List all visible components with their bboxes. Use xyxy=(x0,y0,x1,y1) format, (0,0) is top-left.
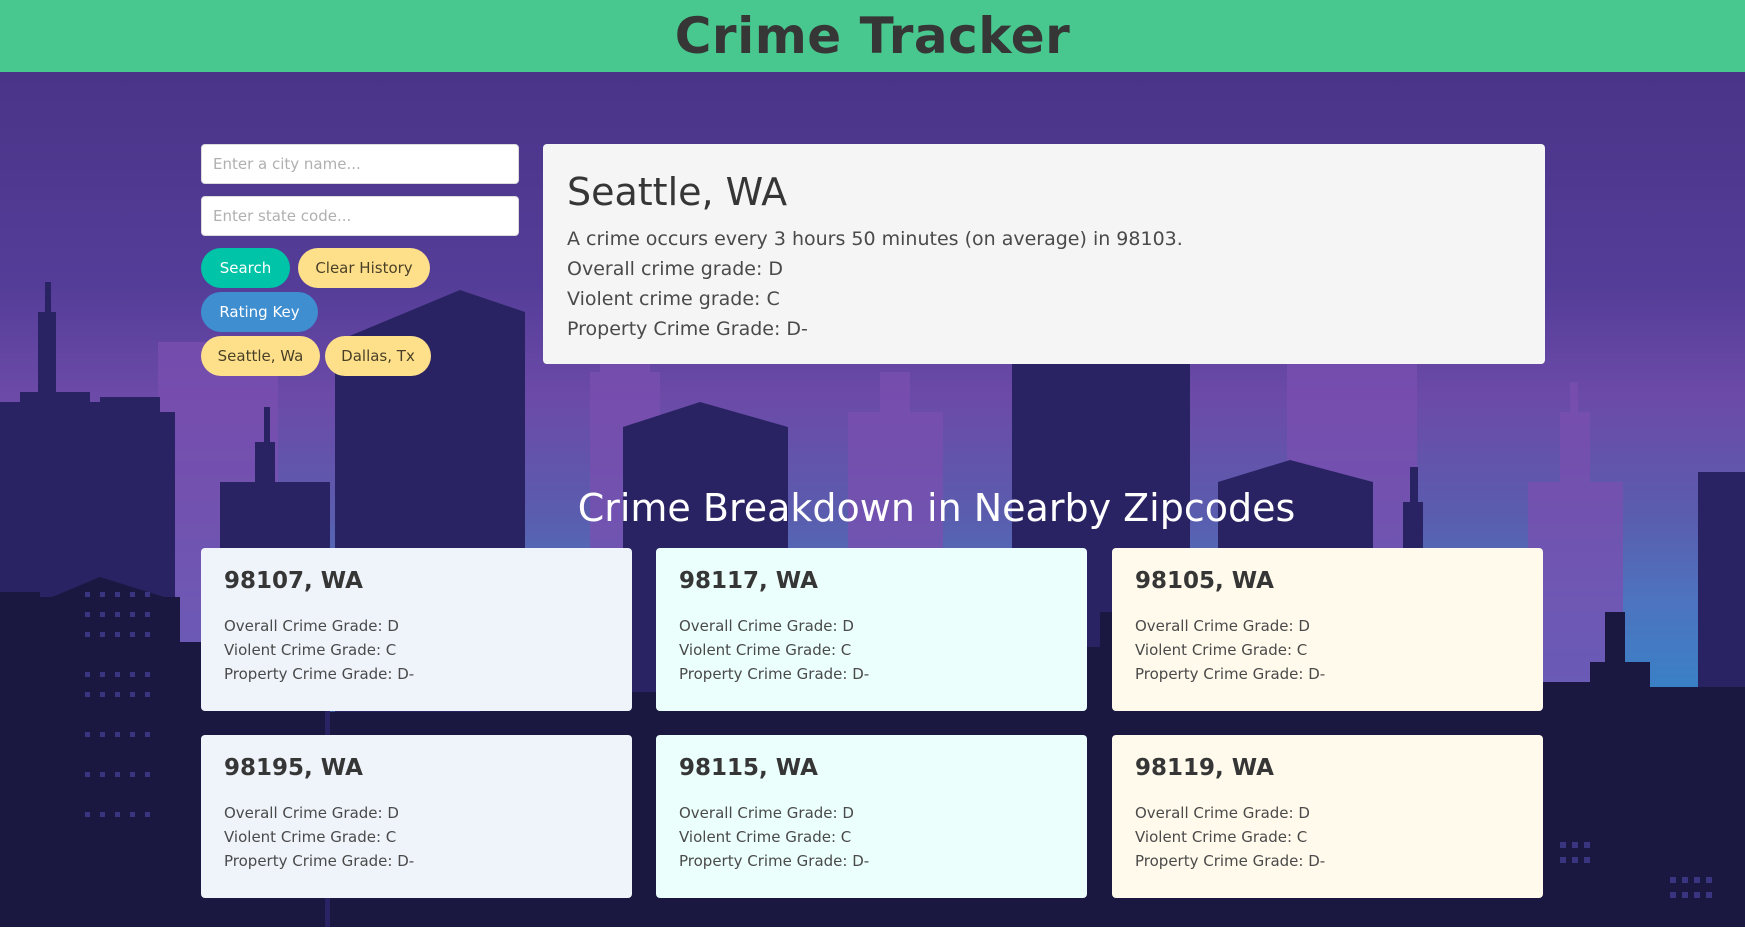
violent-grade: Violent Crime Grade: C xyxy=(224,828,397,846)
overall-grade: Overall Crime Grade: D xyxy=(1135,617,1310,635)
zipcode-title: 98105, WA xyxy=(1135,568,1274,594)
rating-key-button[interactable]: Rating Key xyxy=(201,292,318,332)
page-bottom-edge xyxy=(0,927,1745,945)
overall-grade: Overall Crime Grade: D xyxy=(1135,804,1310,822)
crime-frequency: A crime occurs every 3 hours 50 minutes … xyxy=(567,228,1183,250)
zipcode-card: 98115, WA Overall Crime Grade: D Violent… xyxy=(656,735,1087,898)
property-grade: Property Crime Grade: D- xyxy=(679,852,870,870)
overall-grade: Overall Crime Grade: D xyxy=(224,804,399,822)
zipcode-card: 98195, WA Overall Crime Grade: D Violent… xyxy=(201,735,632,898)
property-grade: Property Crime Grade: D- xyxy=(1135,665,1326,683)
zipcode-title: 98115, WA xyxy=(679,755,818,781)
overall-grade: Overall Crime Grade: D xyxy=(679,804,854,822)
zipcode-title: 98107, WA xyxy=(224,568,363,594)
history-item-dallas[interactable]: Dallas, Tx xyxy=(325,336,431,376)
nearby-section-title: Crime Breakdown in Nearby Zipcodes xyxy=(577,486,1296,530)
city-input[interactable] xyxy=(201,144,519,184)
history-item-seattle[interactable]: Seattle, Wa xyxy=(201,336,320,376)
zipcode-title: 98119, WA xyxy=(1135,755,1274,781)
property-grade: Property Crime Grade: D- xyxy=(224,665,415,683)
overall-grade: Overall Crime Grade: D xyxy=(679,617,854,635)
search-button[interactable]: Search xyxy=(201,248,290,288)
property-grade: Property Crime Grade: D- xyxy=(679,665,870,683)
app-title: Crime Tracker xyxy=(674,7,1071,65)
app-header: Crime Tracker xyxy=(0,0,1745,72)
overall-grade: Overall crime grade: D xyxy=(567,258,784,280)
violent-grade: Violent Crime Grade: C xyxy=(679,641,852,659)
violent-grade: Violent crime grade: C xyxy=(567,288,780,310)
zipcode-card: 98107, WA Overall Crime Grade: D Violent… xyxy=(201,548,632,711)
overall-grade: Overall Crime Grade: D xyxy=(224,617,399,635)
violent-grade: Violent Crime Grade: C xyxy=(1135,641,1308,659)
clear-history-button[interactable]: Clear History xyxy=(298,248,430,288)
state-input[interactable] xyxy=(201,196,519,236)
property-grade: Property Crime Grade: D- xyxy=(567,318,808,340)
zipcode-card: 98105, WA Overall Crime Grade: D Violent… xyxy=(1112,548,1543,711)
violent-grade: Violent Crime Grade: C xyxy=(224,641,397,659)
violent-grade: Violent Crime Grade: C xyxy=(679,828,852,846)
result-location: Seattle, WA xyxy=(567,170,788,214)
zipcode-title: 98117, WA xyxy=(679,568,818,594)
property-grade: Property Crime Grade: D- xyxy=(224,852,415,870)
current-city-result-card: Seattle, WA A crime occurs every 3 hours… xyxy=(543,144,1545,364)
property-grade: Property Crime Grade: D- xyxy=(1135,852,1326,870)
zipcode-card: 98119, WA Overall Crime Grade: D Violent… xyxy=(1112,735,1543,898)
violent-grade: Violent Crime Grade: C xyxy=(1135,828,1308,846)
zipcode-card: 98117, WA Overall Crime Grade: D Violent… xyxy=(656,548,1087,711)
zipcode-title: 98195, WA xyxy=(224,755,363,781)
